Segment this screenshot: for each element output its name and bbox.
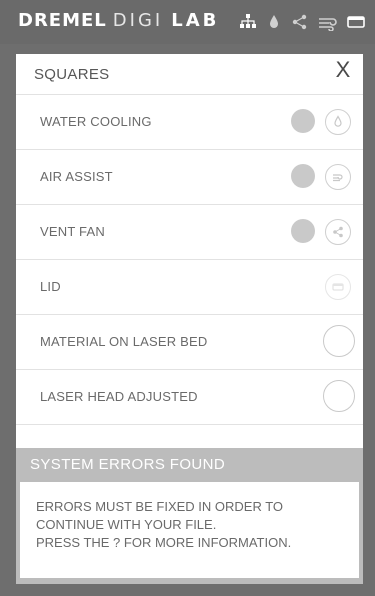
checklist-item-vent-fan: VENT FAN xyxy=(16,204,363,259)
checklist-item-material-on-laser-bed: MATERIAL ON LASER BED xyxy=(16,314,363,369)
system-errors-panel: SYSTEM ERRORS FOUND ERRORS MUST BE FIXED… xyxy=(16,448,363,584)
share-icon[interactable] xyxy=(291,13,309,31)
checklist: WATER COOLING AIR ASSIST VENT FAN LID MA… xyxy=(16,94,363,425)
checklist-item-laser-head-adjusted: LASER HEAD ADJUSTED xyxy=(16,369,363,425)
status-icons xyxy=(239,12,365,32)
item-label: VENT FAN xyxy=(40,224,105,239)
status-dot xyxy=(291,109,315,133)
checklist-item-air-assist: AIR ASSIST xyxy=(16,149,363,204)
close-button[interactable]: X xyxy=(329,56,357,84)
status-dot xyxy=(291,164,315,188)
air-icon[interactable] xyxy=(325,164,351,190)
checklist-item-water-cooling: WATER COOLING xyxy=(16,94,363,149)
network-icon[interactable] xyxy=(239,13,257,31)
squares-dialog: SQUARES X WATER COOLING AIR ASSIST VENT … xyxy=(16,54,363,584)
item-label: LID xyxy=(40,279,61,294)
errors-message: ERRORS MUST BE FIXED IN ORDER TO CONTINU… xyxy=(36,498,349,552)
empty-circle-icon[interactable] xyxy=(323,325,355,357)
item-label: MATERIAL ON LASER BED xyxy=(40,334,208,349)
errors-line-2: CONTINUE WITH YOUR FILE. xyxy=(36,517,217,532)
brand-part-3: LAB xyxy=(171,10,220,31)
brand-part-1: DREMEL xyxy=(18,10,107,31)
errors-line-1: ERRORS MUST BE FIXED IN ORDER TO xyxy=(36,499,284,514)
brand-part-2: DIGI xyxy=(112,10,164,31)
status-dot xyxy=(291,219,315,243)
fan-icon[interactable] xyxy=(325,219,351,245)
errors-line-3: PRESS THE ? FOR MORE INFORMATION. xyxy=(36,535,292,550)
dialog-title: SQUARES xyxy=(34,66,110,83)
lid-icon[interactable] xyxy=(325,274,351,300)
empty-circle-icon[interactable] xyxy=(323,380,355,412)
checklist-item-lid: LID xyxy=(16,259,363,314)
item-label: AIR ASSIST xyxy=(40,169,113,184)
lid-icon[interactable] xyxy=(347,13,365,31)
item-label: LASER HEAD ADJUSTED xyxy=(40,389,198,404)
brand-logo: DREMEL DIGI LAB xyxy=(18,10,219,34)
top-bar: DREMEL DIGI LAB xyxy=(0,0,375,44)
app-window: DREMEL DIGI LAB SQUARES X WATER COOLING … xyxy=(0,0,375,596)
fan-icon[interactable] xyxy=(317,13,339,31)
errors-title: SYSTEM ERRORS FOUND xyxy=(30,456,226,473)
errors-message-box: ERRORS MUST BE FIXED IN ORDER TO CONTINU… xyxy=(20,482,359,578)
water-drop-icon[interactable] xyxy=(265,13,283,31)
water-drop-icon[interactable] xyxy=(325,109,351,135)
item-label: WATER COOLING xyxy=(40,114,152,129)
